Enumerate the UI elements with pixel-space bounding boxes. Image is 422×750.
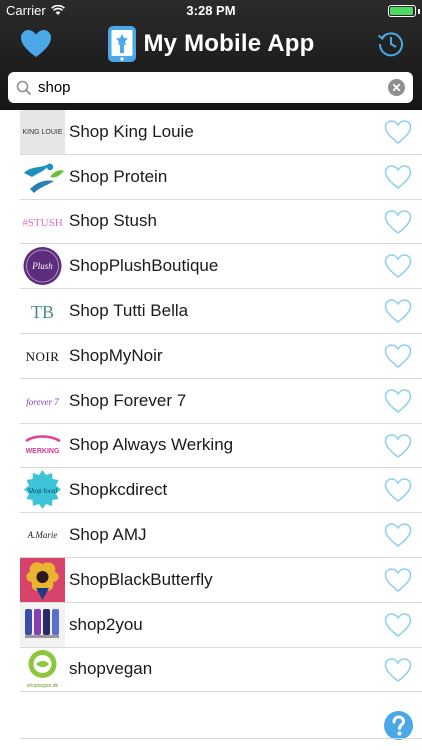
list-item-label: Shop King Louie bbox=[69, 121, 194, 141]
results-list: KING LOUIE Shop King Louie Shop Protein … bbox=[0, 109, 422, 693]
list-item[interactable]: NOIR ShopMyNoir bbox=[20, 334, 422, 379]
svg-text:#STUSH: #STUSH bbox=[22, 217, 62, 229]
phone-logo-icon bbox=[108, 26, 137, 62]
list-item[interactable]: Plush ShopPlushBoutique bbox=[20, 244, 422, 290]
thumbnail-amj: A.Marie bbox=[20, 513, 65, 557]
thumbnail-king-louie: KING LOUIE bbox=[20, 109, 65, 154]
noir-logo-icon: NOIR bbox=[26, 349, 60, 364]
search-input[interactable] bbox=[38, 73, 388, 102]
thumbnail-always-werking: WERKING bbox=[20, 423, 65, 467]
app-title: My Mobile App bbox=[143, 30, 315, 57]
list-item-label: ShopPlushBoutique bbox=[69, 256, 219, 276]
battery-tip bbox=[418, 9, 420, 14]
heart-outline-icon[interactable] bbox=[384, 612, 412, 638]
list-item[interactable]: ShopBlackButterfly bbox=[20, 557, 422, 603]
svg-text:WERKING: WERKING bbox=[26, 448, 60, 455]
clock-history-icon[interactable] bbox=[376, 29, 406, 59]
thumbnail-tutti-bella: TB bbox=[20, 289, 65, 333]
list-item[interactable]: forever 7 Shop Forever 7 bbox=[20, 379, 422, 424]
list-item[interactable]: KING LOUIE Shop King Louie bbox=[20, 109, 422, 155]
thumbnail-stush: #STUSH bbox=[20, 200, 65, 244]
list-item[interactable]: Shop local Shopkcdirect bbox=[20, 468, 422, 514]
list-item[interactable]: shop2you bbox=[20, 602, 422, 648]
question-icon[interactable] bbox=[384, 711, 413, 740]
list-item[interactable]: WERKING Shop Always Werking bbox=[20, 424, 422, 469]
kcdirect-logo-icon: Shop local bbox=[24, 470, 61, 510]
magnifier-icon bbox=[16, 80, 32, 95]
heart-outline-icon[interactable] bbox=[384, 164, 412, 190]
svg-text:Plush: Plush bbox=[31, 261, 53, 271]
thumbnail-forever-7: forever 7 bbox=[20, 379, 65, 423]
heart-outline-icon[interactable] bbox=[384, 477, 412, 503]
heart-outline-icon[interactable] bbox=[384, 298, 412, 324]
tutti-bella-logo-icon: TB bbox=[31, 302, 54, 322]
list-item-label: Shop AMJ bbox=[69, 525, 147, 545]
top-bar: Carrier 3:28 PM My Mobile App bbox=[0, 0, 422, 110]
list-item-label: Shop Always Werking bbox=[69, 435, 234, 455]
list-item[interactable]: Shop Protein bbox=[20, 155, 422, 200]
thumbnail-plush: Plush bbox=[20, 244, 65, 288]
list-item-label: Shop Stush bbox=[69, 211, 157, 231]
list-item[interactable]: TB Shop Tutti Bella bbox=[20, 289, 422, 334]
battery-icon bbox=[388, 5, 416, 17]
app-title-group: My Mobile App bbox=[0, 25, 422, 63]
forever-7-logo-icon: forever 7 bbox=[26, 397, 59, 407]
always-werking-logo-icon: WERKING bbox=[25, 435, 61, 455]
thumbnail-noir: NOIR bbox=[20, 334, 65, 378]
shop2you-logo-icon bbox=[20, 602, 65, 647]
list-item-label: Shop Forever 7 bbox=[69, 390, 187, 410]
search-bar[interactable] bbox=[8, 72, 413, 103]
heart-outline-icon[interactable] bbox=[384, 343, 412, 369]
stush-logo-icon: #STUSH bbox=[22, 217, 62, 229]
list-item-label: Shop Protein bbox=[69, 166, 168, 186]
list-item[interactable]: shopvegan.dk shopvegan bbox=[20, 648, 422, 693]
clear-x-icon[interactable] bbox=[388, 79, 405, 96]
thumbnail-shopvegan: shopvegan.dk bbox=[20, 647, 65, 691]
bottom-divider bbox=[20, 738, 422, 739]
thumbnail-kcdirect: Shop local bbox=[20, 468, 65, 512]
status-time: 3:28 PM bbox=[186, 3, 236, 18]
list-item-label: ShopMyNoir bbox=[69, 345, 163, 365]
amj-logo-icon: A.Marie bbox=[27, 530, 58, 540]
list-item-label: Shopkcdirect bbox=[69, 480, 168, 500]
status-bar: Carrier 3:28 PM bbox=[0, 0, 422, 22]
heart-outline-icon[interactable] bbox=[384, 522, 412, 548]
thumbnail-shop2you bbox=[20, 602, 65, 647]
list-item[interactable]: A.Marie Shop AMJ bbox=[20, 513, 422, 558]
thumbnail-protein bbox=[20, 155, 65, 199]
svg-text:shopvegan.dk: shopvegan.dk bbox=[27, 683, 59, 689]
thumbnail-black-butterfly bbox=[20, 557, 65, 602]
shopvegan-logo-icon: shopvegan.dk bbox=[27, 650, 59, 689]
plush-logo-icon: Plush bbox=[23, 247, 62, 286]
heart-outline-icon[interactable] bbox=[384, 119, 412, 145]
svg-text:A.Marie: A.Marie bbox=[27, 530, 58, 540]
list-item-label: shop2you bbox=[69, 614, 143, 634]
heart-outline-icon[interactable] bbox=[384, 657, 412, 683]
svg-text:NOIR: NOIR bbox=[26, 349, 60, 364]
battery-level bbox=[390, 7, 413, 15]
heart-outline-icon[interactable] bbox=[384, 209, 412, 235]
list-item-label: Shop Tutti Bella bbox=[69, 301, 189, 321]
king-louie-logo-icon: KING LOUIE bbox=[20, 109, 65, 154]
svg-text:Shop local: Shop local bbox=[28, 487, 58, 495]
list-item-label: ShopBlackButterfly bbox=[69, 569, 213, 589]
nav-bar: My Mobile App bbox=[0, 22, 422, 66]
list-item-label: shopvegan bbox=[69, 659, 153, 679]
black-butterfly-logo-icon bbox=[20, 557, 65, 602]
svg-text:forever 7: forever 7 bbox=[26, 397, 59, 407]
heart-outline-icon[interactable] bbox=[384, 388, 412, 414]
heart-outline-icon[interactable] bbox=[384, 253, 412, 279]
heart-outline-icon[interactable] bbox=[384, 567, 412, 593]
heart-outline-icon[interactable] bbox=[384, 433, 412, 459]
protein-logo-icon bbox=[24, 162, 64, 193]
svg-text:TB: TB bbox=[31, 302, 54, 322]
list-item[interactable]: #STUSH Shop Stush bbox=[20, 200, 422, 245]
svg-text:KING LOUIE: KING LOUIE bbox=[22, 129, 62, 136]
